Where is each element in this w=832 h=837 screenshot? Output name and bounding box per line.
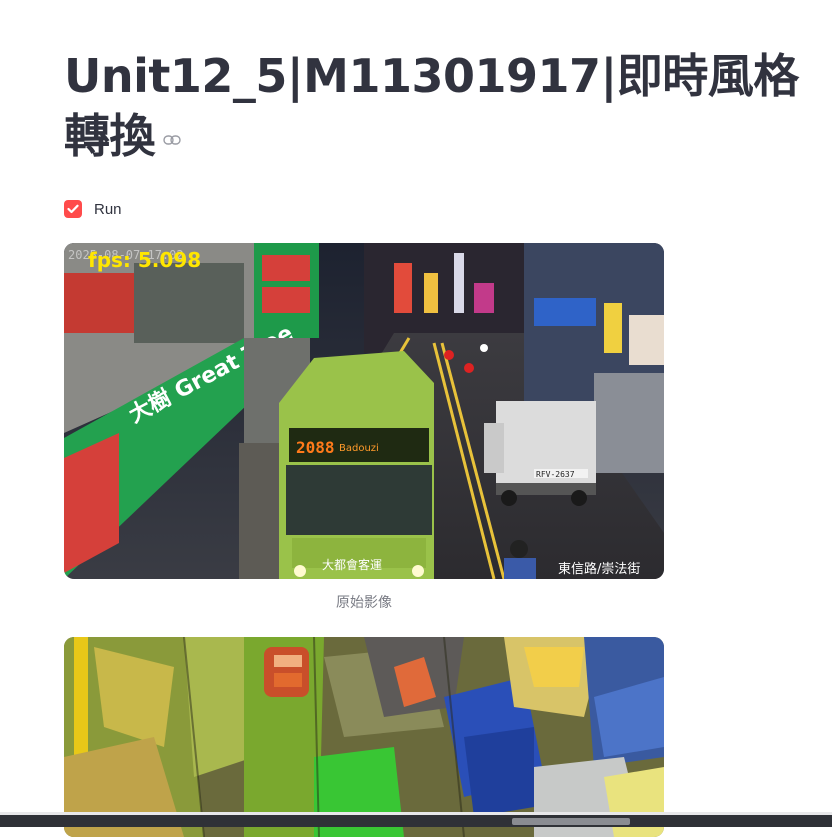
scrollbar-thumb[interactable]: [512, 818, 630, 825]
truck-plate-text: RFV-2637: [536, 470, 575, 479]
run-checkbox[interactable]: Run: [64, 198, 122, 220]
page-title-text: Unit12_5|M11301917|即時風格轉換: [64, 49, 799, 163]
horizontal-scrollbar[interactable]: [0, 815, 832, 827]
run-checkbox-label: Run: [94, 200, 122, 218]
bus-number-display: 2088: [296, 438, 335, 457]
page-title: Unit12_5|M11301917|即時風格轉換: [64, 46, 832, 166]
checkmark-icon: [64, 200, 82, 218]
original-video-frame: 大樹 Great Tree RFV-2637 2088 Badouzi 大都會客…: [64, 243, 664, 579]
styled-video-frame: [64, 637, 664, 837]
fps-overlay: fps: 5.098: [88, 248, 201, 272]
original-image-caption: 原始影像: [336, 595, 392, 611]
bus-destination-display: Badouzi: [339, 443, 379, 454]
stylized-scene-image: [64, 637, 664, 837]
bus-company-text: 大都會客運: [322, 557, 382, 572]
location-overlay: 東信路/崇法街: [558, 561, 640, 577]
link-icon[interactable]: [163, 134, 181, 146]
street-scene-image: 大樹 Great Tree RFV-2637 2088 Badouzi 大都會客…: [64, 243, 664, 579]
